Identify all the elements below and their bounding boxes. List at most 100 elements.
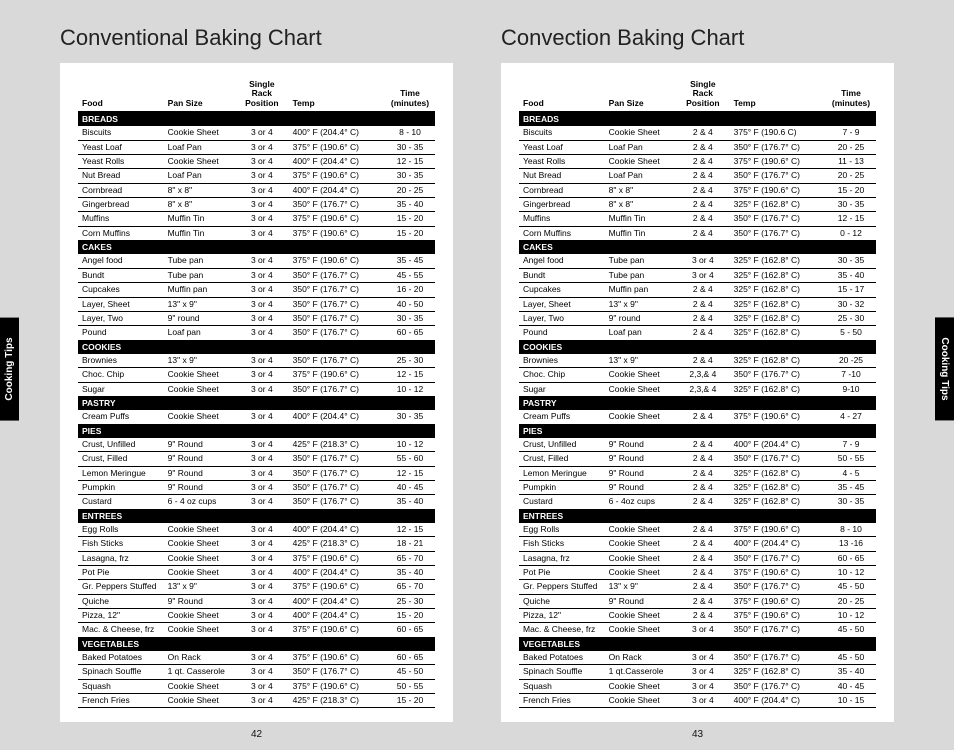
position-cell: 3 or 4	[235, 694, 289, 708]
pan-cell: Cookie Sheet	[164, 126, 235, 140]
position-cell: 2,3,& 4	[676, 368, 730, 382]
time-cell: 35 - 40	[385, 198, 435, 212]
time-cell: 20 - 25	[385, 183, 435, 197]
pan-cell: On Rack	[605, 651, 676, 665]
table-row: Angel foodTube pan3 or 4325° F (162.8° C…	[519, 254, 876, 268]
position-cell: 3 or 4	[676, 254, 730, 268]
time-cell: 45 - 50	[385, 665, 435, 679]
time-cell: 12 - 15	[826, 212, 876, 226]
pan-cell: On Rack	[164, 651, 235, 665]
table-row: PoundLoaf pan3 or 4350° F (176.7° C)60 -…	[78, 326, 435, 340]
time-cell: 20 - 25	[826, 169, 876, 183]
time-cell: 4 - 27	[826, 410, 876, 424]
time-cell: 25 - 30	[826, 311, 876, 325]
temp-cell: 325° F (162.8° C)	[730, 382, 826, 396]
food-cell: Choc. Chip	[519, 368, 605, 382]
temp-cell: 350° F (176.7° C)	[730, 212, 826, 226]
time-cell: 7 - 9	[826, 126, 876, 140]
temp-cell: 350° F (176.7° C)	[730, 452, 826, 466]
time-cell: 10 - 12	[826, 566, 876, 580]
time-cell: 8 - 10	[826, 523, 876, 537]
temp-cell: 375° F (190.6° C)	[289, 169, 385, 183]
temp-cell: 375° F (190.6° C)	[730, 155, 826, 169]
position-cell: 3 or 4	[235, 126, 289, 140]
table-row: Pumpkin9" Round2 & 4325° F (162.8° C)35 …	[519, 480, 876, 494]
position-cell: 2 & 4	[676, 566, 730, 580]
temp-cell: 325° F (162.8° C)	[730, 254, 826, 268]
temp-cell: 375° F (190.6° C)	[730, 566, 826, 580]
page-card: FoodPan SizeSingle RackPositionTempTime(…	[60, 63, 453, 722]
food-cell: Layer, Sheet	[78, 297, 164, 311]
food-cell: Muffins	[519, 212, 605, 226]
food-cell: Mac. & Cheese, frz	[519, 623, 605, 637]
table-row: PoundLoaf pan2 & 4325° F (162.8° C)5 - 5…	[519, 326, 876, 340]
table-row: Brownies13" x 9"2 & 4325° F (162.8° C)20…	[519, 354, 876, 368]
column-header: Food	[78, 77, 164, 112]
temp-cell: 375° F (190.6° C)	[289, 651, 385, 665]
time-cell: 35 - 45	[826, 480, 876, 494]
table-row: Crust, Filled9" Round3 or 4350° F (176.7…	[78, 452, 435, 466]
food-cell: Pizza, 12"	[78, 609, 164, 623]
temp-cell: 375° F (190.6° C)	[289, 368, 385, 382]
section-header: PIES	[78, 424, 435, 438]
time-cell: 55 - 60	[385, 452, 435, 466]
position-cell: 3 or 4	[235, 480, 289, 494]
temp-cell: 425° F (218.3° C)	[289, 438, 385, 452]
pan-cell: 9" Round	[164, 480, 235, 494]
time-cell: 15 - 20	[385, 226, 435, 240]
section-header-row: PIES	[78, 424, 435, 438]
temp-cell: 325° F (162.8° C)	[730, 354, 826, 368]
time-cell: 65 - 70	[385, 580, 435, 594]
position-cell: 2 & 4	[676, 466, 730, 480]
position-cell: 2 & 4	[676, 452, 730, 466]
time-cell: 20 -25	[826, 354, 876, 368]
position-cell: 3 or 4	[235, 551, 289, 565]
time-cell: 16 - 20	[385, 283, 435, 297]
table-row: SugarCookie Sheet2,3,& 4325° F (162.8° C…	[519, 382, 876, 396]
food-cell: Biscuits	[519, 126, 605, 140]
food-cell: Choc. Chip	[78, 368, 164, 382]
food-cell: Cornbread	[519, 183, 605, 197]
food-cell: Quiche	[519, 594, 605, 608]
food-cell: Bundt	[519, 268, 605, 282]
table-row: Pizza, 12"Cookie Sheet2 & 4375° F (190.6…	[519, 609, 876, 623]
food-cell: Fish Sticks	[519, 537, 605, 551]
temp-cell: 350° F (176.7° C)	[730, 226, 826, 240]
section-header: PASTRY	[78, 396, 435, 410]
temp-cell: 375° F (190.6 C)	[730, 126, 826, 140]
table-row: Yeast LoafLoaf Pan3 or 4375° F (190.6° C…	[78, 140, 435, 154]
pan-cell: Cookie Sheet	[164, 537, 235, 551]
section-header: VEGETABLES	[78, 637, 435, 651]
page-card: FoodPan SizeSingle RackPositionTempTime(…	[501, 63, 894, 722]
section-header-row: BREADS	[78, 112, 435, 126]
food-cell: Layer, Two	[78, 311, 164, 325]
pan-cell: 9" Round	[164, 452, 235, 466]
food-cell: Gr. Peppers Stuffed	[78, 580, 164, 594]
column-header: Temp	[289, 77, 385, 112]
pan-cell: 9" round	[605, 311, 676, 325]
food-cell: Egg Rolls	[519, 523, 605, 537]
food-cell: Layer, Two	[519, 311, 605, 325]
time-cell: 30 - 35	[385, 140, 435, 154]
time-cell: 25 - 30	[385, 594, 435, 608]
temp-cell: 350° F (176.7° C)	[730, 551, 826, 565]
column-header: Pan Size	[605, 77, 676, 112]
temp-cell: 375° F (190.6° C)	[289, 254, 385, 268]
pan-cell: Loaf Pan	[605, 169, 676, 183]
temp-cell: 375° F (190.6° C)	[289, 551, 385, 565]
position-cell: 3 or 4	[235, 452, 289, 466]
food-cell: Egg Rolls	[78, 523, 164, 537]
page-title: Conventional Baking Chart	[60, 25, 453, 51]
temp-cell: 350° F (176.7° C)	[730, 679, 826, 693]
table-row: Spinach Souffle1 qt.Casserole3 or 4325° …	[519, 665, 876, 679]
time-cell: 45 - 55	[385, 268, 435, 282]
position-cell: 3 or 4	[235, 594, 289, 608]
baking-chart-table: FoodPan SizeSingle RackPositionTempTime(…	[78, 77, 435, 708]
pan-cell: Cookie Sheet	[605, 382, 676, 396]
pan-cell: Cookie Sheet	[605, 609, 676, 623]
temp-cell: 350° F (176.7° C)	[289, 466, 385, 480]
table-row: Layer, Two9" round3 or 4350° F (176.7° C…	[78, 311, 435, 325]
position-cell: 3 or 4	[235, 609, 289, 623]
position-cell: 2 & 4	[676, 212, 730, 226]
temp-cell: 400° F (204.4° C)	[289, 566, 385, 580]
